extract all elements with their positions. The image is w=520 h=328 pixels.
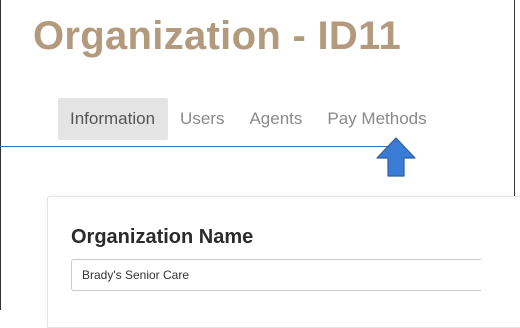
annotation-line <box>0 146 393 147</box>
arrow-up-icon <box>376 137 416 177</box>
organization-name-field[interactable] <box>71 259 481 291</box>
tab-agents[interactable]: Agents <box>237 98 315 140</box>
organization-name-label: Organization Name <box>71 226 254 248</box>
tab-pay-methods[interactable]: Pay Methods <box>315 98 439 140</box>
tab-users[interactable]: Users <box>168 98 237 140</box>
page-title: Organization - ID11 <box>33 14 401 58</box>
tab-information[interactable]: Information <box>58 98 169 140</box>
tab-bar: Information Users Agents Pay Methods <box>58 98 440 140</box>
